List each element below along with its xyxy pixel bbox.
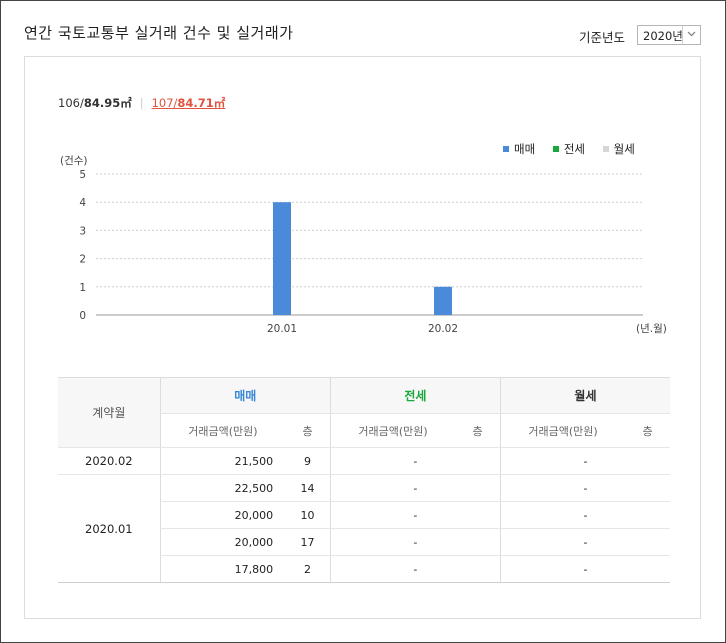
bar-maemae bbox=[273, 202, 291, 315]
col-group-maemae: 매매 bbox=[159, 377, 331, 414]
wolse-cell: - bbox=[499, 474, 670, 502]
wolse-cell: - bbox=[499, 555, 670, 583]
x-tick-label: 20.02 bbox=[428, 323, 458, 335]
bar-maemae bbox=[434, 286, 452, 315]
col-price-header: 거래금액(만원) bbox=[329, 413, 456, 448]
wolse-cell: - bbox=[499, 447, 670, 475]
y-tick-label: 2 bbox=[79, 254, 86, 266]
transaction-count-chart: (건수) 0 1 2 3 4 5 20.01 20.02 (년.월) bbox=[60, 155, 667, 335]
col-floor-header: 층 bbox=[455, 413, 501, 448]
jeonse-cell: - bbox=[329, 501, 501, 529]
x-axis-label: (년.월) bbox=[636, 323, 667, 335]
floor-cell: 17 bbox=[285, 528, 331, 556]
month-cell: 2020.02 bbox=[58, 447, 161, 475]
deal-table: 계약월 매매 전세 월세 거래금액(만원) 층 거래금액(만원) 층 거래금액(… bbox=[58, 377, 670, 583]
col-group-wolse: 월세 bbox=[499, 377, 670, 414]
col-group-jeonse: 전세 bbox=[329, 377, 501, 414]
price-cell: 20,000 bbox=[159, 501, 286, 529]
col-price-header: 거래금액(만원) bbox=[499, 413, 626, 448]
y-axis-label: (건수) bbox=[60, 155, 88, 167]
y-tick-label: 5 bbox=[79, 169, 86, 181]
month-cell: 2020.01 bbox=[58, 474, 161, 583]
y-tick-label: 3 bbox=[79, 225, 86, 237]
price-cell: 22,500 bbox=[159, 474, 286, 502]
x-tick-label: 20.01 bbox=[267, 323, 297, 335]
jeonse-cell: - bbox=[329, 528, 501, 556]
jeonse-cell: - bbox=[329, 555, 501, 583]
floor-cell: 2 bbox=[285, 555, 331, 583]
col-price-header: 거래금액(만원) bbox=[159, 413, 286, 448]
jeonse-cell: - bbox=[329, 474, 501, 502]
table-row: 2020.02 21,500 9 - - bbox=[58, 447, 670, 475]
jeonse-cell: - bbox=[329, 447, 501, 475]
y-tick-label: 0 bbox=[79, 310, 86, 322]
floor-cell: 9 bbox=[285, 447, 331, 475]
wolse-cell: - bbox=[499, 501, 670, 529]
table-row: 2020.01 22,500 14 - - bbox=[58, 474, 670, 583]
col-floor-header: 층 bbox=[625, 413, 670, 448]
y-tick-label: 1 bbox=[79, 282, 86, 294]
y-tick-label: 4 bbox=[79, 197, 86, 209]
wolse-cell: - bbox=[499, 528, 670, 556]
price-cell: 17,800 bbox=[159, 555, 286, 583]
price-cell: 21,500 bbox=[159, 447, 286, 475]
col-month-header: 계약월 bbox=[58, 377, 161, 448]
col-floor-header: 층 bbox=[285, 413, 331, 448]
floor-cell: 14 bbox=[285, 474, 331, 502]
floor-cell: 10 bbox=[285, 501, 331, 529]
price-cell: 20,000 bbox=[159, 528, 286, 556]
